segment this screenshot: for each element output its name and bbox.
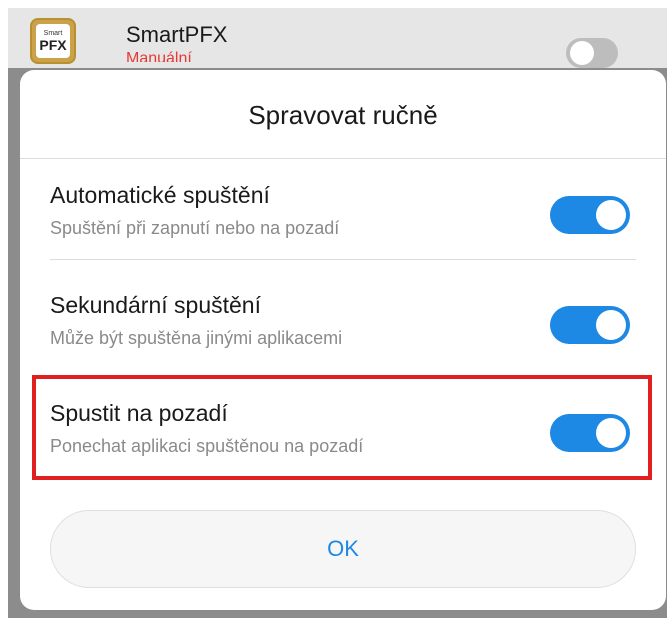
option-auto-launch[interactable]: Automatické spuštění Spuštění při zapnut… <box>20 160 666 260</box>
toggle-knob <box>596 310 626 340</box>
app-name: SmartPFX <box>126 22 228 47</box>
option-label: Sekundární spuštění <box>50 292 261 318</box>
option-label: Automatické spuštění <box>50 182 270 208</box>
toggle-knob <box>596 200 626 230</box>
highlight-box <box>32 375 652 480</box>
app-row-toggle[interactable] <box>566 38 618 68</box>
option-secondary-launch[interactable]: Sekundární spuštění Může být spuštěna ji… <box>20 270 666 370</box>
smartpfx-app-icon: Smart PFX <box>30 18 76 64</box>
manage-manually-dialog: Spravovat ručně Automatické spuštění Spu… <box>20 70 666 610</box>
divider <box>50 259 636 260</box>
option-description: Spuštění při zapnutí nebo na pozadí <box>50 218 340 238</box>
dialog-title: Spravovat ručně <box>248 99 438 130</box>
secondary-launch-toggle[interactable] <box>550 306 630 344</box>
ok-button[interactable]: OK <box>50 510 636 588</box>
option-description: Může být spuštěna jinými aplikacemi <box>50 328 343 348</box>
title-divider <box>20 158 666 159</box>
auto-launch-toggle[interactable] <box>550 196 630 234</box>
app-status: Manuální <box>126 50 192 62</box>
